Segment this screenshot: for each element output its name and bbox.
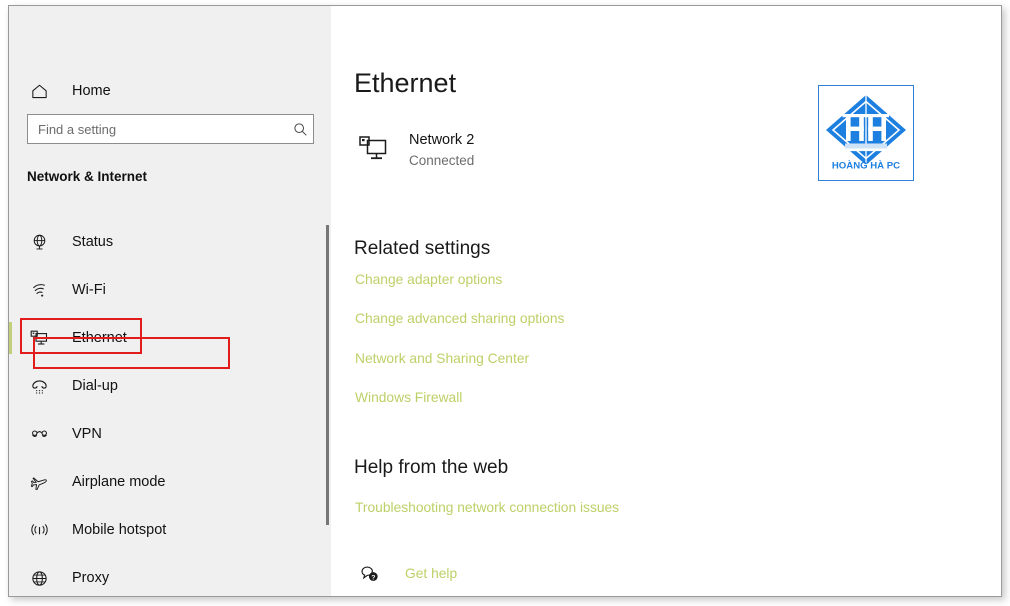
selection-accent-bar <box>9 322 12 354</box>
sidebar-item-wifi[interactable]: Wi-Fi <box>9 266 319 314</box>
sidebar-item-home[interactable]: Home <box>9 74 319 108</box>
network-text: Network 2 Connected <box>409 131 474 170</box>
screen: Settings <box>0 0 1010 606</box>
logo-graphic: HOÀNG HÀ PC <box>819 86 913 180</box>
sidebar-item-dialup[interactable]: Dial-up <box>9 362 319 410</box>
ethernet-icon <box>28 327 50 349</box>
selection-accent-bar <box>9 562 12 594</box>
svg-text:?: ? <box>371 574 375 581</box>
mobile-hotspot-icon <box>28 519 50 541</box>
wifi-icon <box>28 279 50 301</box>
search-icon[interactable] <box>287 115 313 143</box>
network-status: Connected <box>409 153 475 168</box>
svg-text:HOÀNG HÀ PC: HOÀNG HÀ PC <box>832 160 900 172</box>
sidebar-item-label: Mobile hotspot <box>72 522 167 538</box>
sidebar-item-vpn[interactable]: VPN <box>9 410 319 458</box>
search-input[interactable] <box>28 115 287 143</box>
link-network-and-sharing-center[interactable]: Network and Sharing Center <box>355 351 529 366</box>
vpn-icon <box>28 423 50 445</box>
sidebar-item-proxy[interactable]: Proxy <box>9 554 319 596</box>
network-summary: Network 2 Connected <box>357 131 474 170</box>
search-box[interactable] <box>27 114 314 144</box>
sidebar-item-label: Wi-Fi <box>72 282 106 298</box>
sidebar-category-heading: Network & Internet <box>27 169 148 184</box>
sidebar-item-label: Airplane mode <box>72 474 166 490</box>
dialup-phone-icon <box>28 375 50 397</box>
sidebar: Home Network & Internet <box>9 6 331 596</box>
sidebar-scrollbar[interactable] <box>326 225 329 525</box>
link-change-advanced-sharing-options[interactable]: Change advanced sharing options <box>355 311 564 326</box>
question-bubble-icon: ? <box>358 562 380 584</box>
selection-accent-bar <box>9 466 12 498</box>
help-from-web-heading: Help from the web <box>354 457 509 478</box>
ethernet-connection-icon <box>357 133 391 163</box>
selection-accent-bar <box>9 514 12 546</box>
settings-window: Settings <box>8 5 1002 597</box>
main-content: Ethernet Network 2 Connected HOÀNG HÀ PC… <box>331 6 1001 596</box>
sidebar-item-label: Status <box>72 234 114 250</box>
network-name: Network 2 <box>409 132 475 148</box>
page-title: Ethernet <box>354 68 457 98</box>
selection-accent-bar <box>9 274 12 306</box>
airplane-icon <box>28 471 50 493</box>
link-change-adapter-options[interactable]: Change adapter options <box>355 272 502 287</box>
proxy-globe-icon <box>28 567 50 589</box>
sidebar-item-mobile-hotspot[interactable]: Mobile hotspot <box>9 506 319 554</box>
sidebar-item-airplane-mode[interactable]: Airplane mode <box>9 458 319 506</box>
sidebar-item-status[interactable]: Status <box>9 218 319 266</box>
selection-accent-bar <box>9 370 12 402</box>
selection-accent-bar <box>9 226 12 258</box>
sidebar-item-label: Dial-up <box>72 378 118 394</box>
get-help-label: Get help <box>405 565 458 581</box>
sidebar-nav-list: Status Wi-Fi Ethernet Dial-up VPN Airpla… <box>9 218 319 596</box>
get-help-row[interactable]: ? Get help <box>358 562 457 584</box>
selection-accent-bar <box>9 418 12 450</box>
hoang-ha-pc-logo: HOÀNG HÀ PC <box>818 85 914 181</box>
link-troubleshooting-network-connection-issues[interactable]: Troubleshooting network connection issue… <box>355 500 619 515</box>
link-windows-firewall[interactable]: Windows Firewall <box>355 390 462 405</box>
sidebar-item-label: Ethernet <box>72 330 127 346</box>
related-settings-heading: Related settings <box>354 238 491 259</box>
sidebar-home-label: Home <box>72 83 111 99</box>
sidebar-item-label: VPN <box>72 426 102 442</box>
status-globe-icon <box>28 231 50 253</box>
sidebar-item-ethernet[interactable]: Ethernet <box>9 314 319 362</box>
sidebar-item-label: Proxy <box>72 570 110 586</box>
home-icon <box>28 80 50 102</box>
